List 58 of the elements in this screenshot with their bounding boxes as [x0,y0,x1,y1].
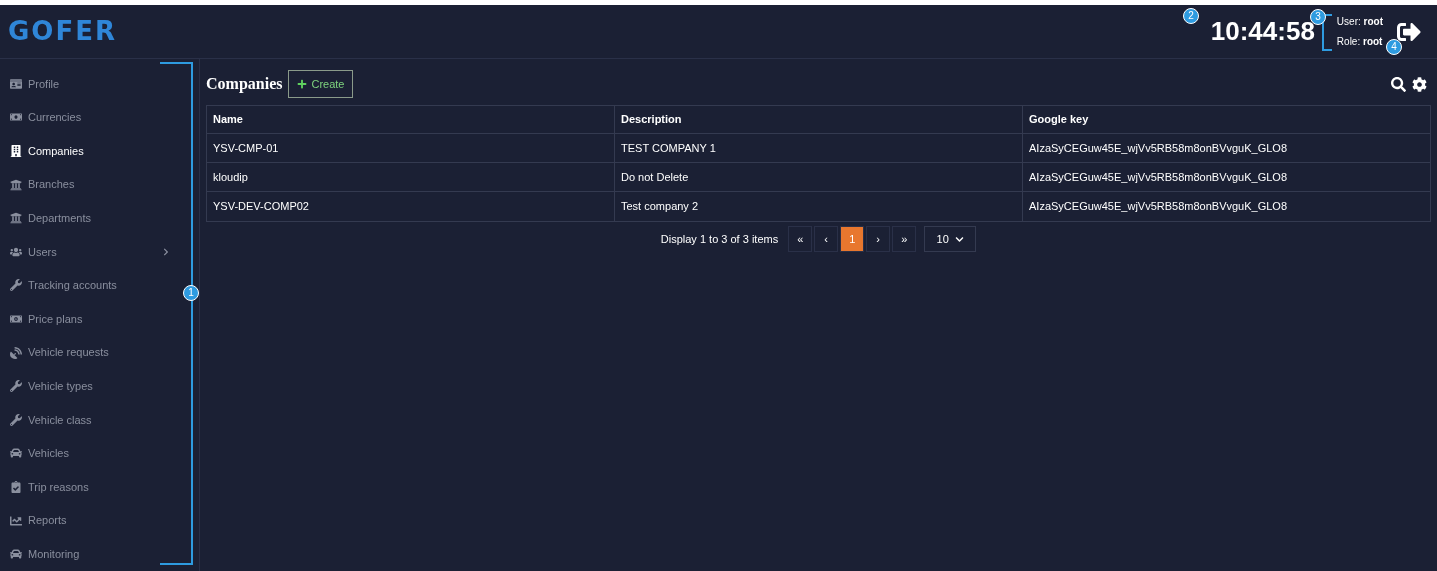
users-icon [10,245,22,258]
sidebar-item[interactable]: Vehicle class [0,403,180,437]
sidebar-item[interactable]: Users [0,235,180,269]
page-button[interactable]: 1 [840,226,865,253]
car-icon [10,447,22,460]
table-cell-text: YSV-DEV-COMP02 [213,199,309,215]
table-cell-text: kloudip [213,169,248,185]
settings-icon[interactable] [1412,76,1427,92]
wrench-icon [10,413,22,426]
building-icon [10,145,22,158]
logo: GOFER [8,15,117,49]
sidebar-item[interactable]: Branches [0,167,180,202]
sidebar-item[interactable]: Monitoring [0,537,180,571]
page-size-select[interactable]: 10 [924,226,977,253]
caret-icon [954,234,964,244]
page-button[interactable]: › [866,226,891,253]
column-header: Description [621,112,682,128]
clipboard-icon [10,481,22,493]
role-info: Role: root [1336,34,1383,49]
sidebar-item[interactable]: Vehicle requests [0,335,180,370]
page-button[interactable]: « [788,226,813,253]
banknote-icon [10,313,22,326]
bank-icon [10,212,22,225]
table-cell-text: AIzaSyCEGuw45E_wjVv5RB58m8onBVvguK_GLO8 [1029,169,1288,185]
search-icon[interactable] [1391,76,1406,92]
sidebar-item[interactable]: Reports [0,503,180,538]
bank-icon [10,178,22,191]
sidebar-item[interactable]: Tracking accounts [0,268,180,303]
sidebar-item[interactable]: Profile [0,67,180,101]
create-button[interactable]: Create [288,70,354,99]
chart-icon [10,514,22,527]
sidebar-item[interactable]: Departments [0,201,180,236]
sidebar-item[interactable]: Price plans [0,302,180,336]
table-cell-text: Do not Delete [621,169,689,185]
column-header: Name [213,112,243,128]
table-cell-text: TEST COMPANY 1 [621,140,716,156]
satellite-dish-icon [10,346,22,359]
sidebar-item[interactable]: Vehicle types [0,369,180,404]
table-cell-text: AIzaSyCEGuw45E_wjVv5RB58m8onBVvguK_GLO8 [1029,199,1288,215]
sidebar-item[interactable]: Vehicles [0,436,180,471]
sidebar-item[interactable]: Companies [0,134,180,168]
id-card-icon [10,77,22,90]
sidebar-item[interactable]: Trip reasons [0,470,180,504]
user-info: User: root [1336,14,1383,29]
sidebar-item[interactable]: Currencies [0,100,180,135]
wrench-icon [10,380,22,393]
page-title: Companies [206,74,283,95]
table-cell-text: Test company 2 [621,199,699,215]
page-button[interactable]: ‹ [814,226,839,253]
table-cell-text: AIzaSyCEGuw45E_wjVv5RB58m8onBVvguK_GLO8 [1029,140,1288,156]
wrench-icon [10,279,22,292]
column-header: Google key [1029,112,1089,128]
banknote-icon [10,111,22,124]
page-button[interactable]: » [892,226,917,253]
plus-icon [297,79,308,90]
car-icon [10,548,22,561]
pagination-summary: Display 1 to 3 of 3 items [660,231,779,247]
table-cell-text: YSV-CMP-01 [213,140,279,156]
